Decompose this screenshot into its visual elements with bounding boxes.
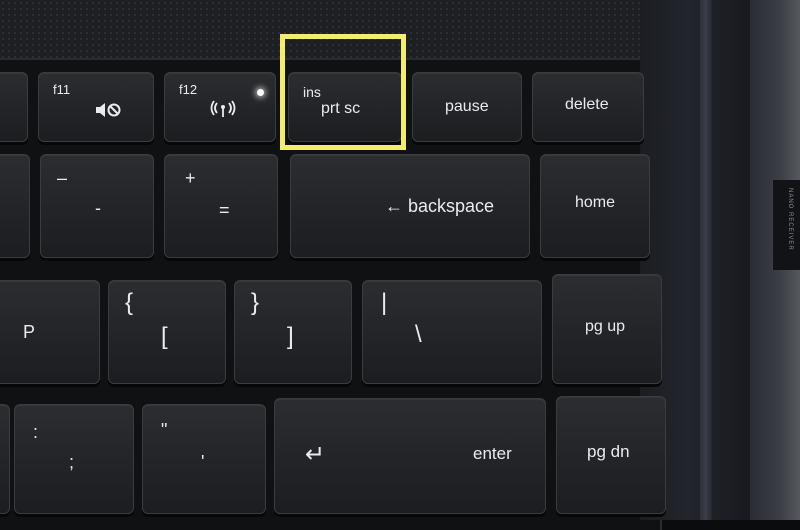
key-pg-up[interactable]: pg up <box>552 274 662 384</box>
key-right-bracket-top-label: } <box>251 289 260 316</box>
key-home[interactable]: home <box>540 154 650 258</box>
key-backspace-label: ← backspace <box>385 196 495 216</box>
key-equals[interactable]: + = <box>164 154 278 258</box>
key-pause-label: pause <box>445 98 489 115</box>
key-minus-bottom-label: - <box>95 198 101 218</box>
key-quote-bottom-label: ' <box>201 452 205 472</box>
key-right-bracket[interactable]: } ] <box>234 280 352 384</box>
key-partial-left-f[interactable] <box>0 72 28 142</box>
key-equals-top-label: + <box>185 168 196 188</box>
enter-arrow-icon: ↵ <box>305 441 326 468</box>
key-pause[interactable]: pause <box>412 72 522 142</box>
key-p[interactable]: P <box>0 280 100 384</box>
key-quote[interactable]: " ' <box>142 404 266 514</box>
key-enter[interactable]: ↵ enter <box>274 398 546 514</box>
key-semicolon[interactable]: : ; <box>14 404 134 514</box>
key-left-bracket-bottom-label: [ <box>161 323 168 350</box>
key-left-bracket[interactable]: { [ <box>108 280 226 384</box>
key-minus[interactable]: – - <box>40 154 154 258</box>
key-partial-left-l[interactable] <box>0 404 10 514</box>
chassis-edge <box>700 0 712 520</box>
key-equals-bottom-label: = <box>219 200 230 220</box>
key-semicolon-top-label: : <box>33 422 39 442</box>
key-f11-label: f11 <box>53 82 71 97</box>
prt-sc-highlight-box <box>280 34 406 150</box>
key-partial-left-0[interactable] <box>0 154 30 258</box>
key-backslash-bottom-label: \ <box>415 321 422 348</box>
key-right-bracket-bottom-label: ] <box>287 323 294 350</box>
key-backspace[interactable]: ← backspace <box>290 154 530 258</box>
key-enter-label: enter <box>473 444 512 463</box>
key-delete-label: delete <box>565 96 609 113</box>
key-minus-top-label: – <box>57 168 68 188</box>
key-p-label: P <box>23 322 36 342</box>
key-pg-dn[interactable]: pg dn <box>556 396 666 514</box>
key-left-bracket-top-label: { <box>125 289 134 316</box>
wireless-led <box>257 89 264 96</box>
key-quote-top-label: " <box>161 420 168 440</box>
nano-receiver-label: NANO RECEIVER <box>787 188 793 251</box>
key-backslash-top-label: | <box>381 289 388 316</box>
key-pg-dn-label: pg dn <box>587 442 630 461</box>
key-home-label: home <box>575 194 616 211</box>
key-f12[interactable]: f12 <box>164 72 276 142</box>
key-pg-up-label: pg up <box>585 318 626 335</box>
mute-icon <box>96 103 121 117</box>
key-delete[interactable]: delete <box>532 72 644 142</box>
key-f12-label: f12 <box>179 82 198 97</box>
key-f11[interactable]: f11 <box>38 72 154 142</box>
key-backslash[interactable]: | \ <box>362 280 542 384</box>
usb-nano-receiver: NANO RECEIVER <box>772 180 800 270</box>
wireless-icon <box>210 100 236 117</box>
key-semicolon-bottom-label: ; <box>69 452 75 472</box>
